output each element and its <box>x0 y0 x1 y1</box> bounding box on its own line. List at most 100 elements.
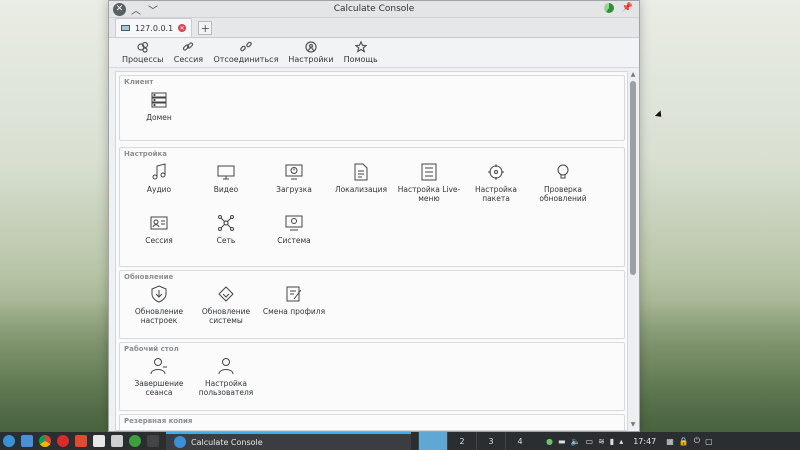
calculate-tray-icon[interactable]: ● <box>546 437 553 446</box>
volume-icon[interactable]: 🔈 <box>571 437 581 446</box>
item-network[interactable]: Сеть <box>193 214 259 245</box>
file-manager-icon[interactable] <box>21 435 33 447</box>
vivaldi-icon[interactable] <box>75 435 87 447</box>
item-label: Сеть <box>216 236 236 245</box>
keyboard-layout-icon[interactable]: ▬ <box>558 437 566 446</box>
item-update-check[interactable]: Проверка обновлений <box>530 163 596 203</box>
item-package[interactable]: Настройка пакета <box>463 163 529 203</box>
item-label: Настройка Live-меню <box>397 185 461 203</box>
app-launcher-icon[interactable] <box>3 435 15 447</box>
task-label: Calculate Console <box>191 437 263 447</box>
window-title: Calculate Console <box>333 4 415 14</box>
chevron-up-icon[interactable]: ︿ <box>129 2 143 17</box>
tab-label: 127.0.0.1 <box>135 23 174 33</box>
mouse-cursor <box>654 110 665 120</box>
system-tray: ● ▬ 🔈 ▭ ≋ ▮ ▴ <box>546 437 623 446</box>
item-update-system[interactable]: Обновление системы <box>193 285 259 325</box>
app-logo-icon <box>603 3 614 13</box>
item-logout[interactable]: Завершение сеанса <box>126 357 192 397</box>
group-client: Клиент Домен <box>119 75 625 141</box>
item-change-profile[interactable]: Смена профиля <box>261 285 327 316</box>
tab-close-icon[interactable]: ✕ <box>178 24 187 32</box>
group-title: Обновление <box>124 273 174 281</box>
item-session[interactable]: Сессия <box>126 214 192 245</box>
system-icon <box>285 215 303 231</box>
item-localization[interactable]: Локализация <box>328 163 394 194</box>
console-app-icon <box>174 436 186 448</box>
item-label: Обновление настроек <box>134 307 184 325</box>
chrome-icon[interactable] <box>39 435 51 447</box>
music-note-icon <box>152 163 166 180</box>
network-icon <box>218 215 234 231</box>
document-icon[interactable] <box>93 435 105 447</box>
chevron-down-icon[interactable]: ﹀ <box>146 2 160 17</box>
help-button[interactable]: Помощь <box>339 41 383 64</box>
locale-document-icon <box>354 163 368 181</box>
power-icon[interactable]: ⏻ <box>694 436 700 446</box>
item-label: Завершение сеанса <box>134 379 184 397</box>
clock[interactable]: 17:47 <box>633 437 656 446</box>
expand-tray-icon[interactable]: ▴ <box>619 437 623 446</box>
opera-icon[interactable] <box>57 435 69 447</box>
id-card-icon <box>150 216 168 230</box>
item-domain[interactable]: Домен <box>126 91 192 122</box>
item-label: Аудио <box>146 185 172 194</box>
broken-link-icon <box>240 41 252 52</box>
bulb-icon <box>557 164 569 179</box>
user-logout-icon <box>150 358 167 375</box>
vertical-scrollbar[interactable]: ▲ ▼ <box>629 71 637 429</box>
wifi-icon[interactable]: ≋ <box>598 437 605 446</box>
item-label: Сессия <box>145 236 173 245</box>
processes-icon <box>137 41 148 53</box>
scroll-up-icon[interactable]: ▲ <box>629 71 637 79</box>
terminal-icon[interactable] <box>147 435 159 447</box>
settings-label: Настройки <box>288 55 334 64</box>
item-system[interactable]: Система <box>261 214 327 245</box>
processes-label: Процессы <box>122 55 164 64</box>
item-label: Система <box>277 236 311 245</box>
item-label: Видео <box>213 185 239 194</box>
pin-icon[interactable]: 📌 <box>622 3 633 13</box>
scroll-thumb[interactable] <box>630 81 636 275</box>
settings-button[interactable]: Настройки <box>283 41 338 64</box>
disconnect-button[interactable]: Отсоединиться <box>208 41 283 64</box>
item-live-menu[interactable]: Настройка Live-меню <box>396 163 462 203</box>
lock-icon[interactable]: 🔒 <box>679 437 689 446</box>
battery-icon[interactable]: ▮ <box>610 437 614 446</box>
text-editor-icon[interactable] <box>111 435 123 447</box>
link-icon <box>183 42 194 51</box>
item-label: Загрузка <box>276 185 312 194</box>
taskbar-task-calculate-console[interactable]: Calculate Console <box>166 432 411 450</box>
desktop-4[interactable]: 4 <box>505 432 534 450</box>
display-icon[interactable]: ▭ <box>586 437 594 446</box>
session-button[interactable]: Сессия <box>168 41 208 64</box>
desktop-3[interactable]: 3 <box>476 432 505 450</box>
item-boot[interactable]: Загрузка <box>261 163 327 194</box>
add-tab-button[interactable]: + <box>198 21 213 35</box>
item-video[interactable]: Видео <box>193 163 259 194</box>
desktop-1[interactable] <box>418 432 447 450</box>
disconnect-label: Отсоединиться <box>213 55 279 64</box>
item-audio[interactable]: Аудио <box>126 163 192 194</box>
item-user-settings[interactable]: Настройка пользователя <box>193 357 259 397</box>
star-icon <box>354 41 367 53</box>
desktop-grid-icon[interactable]: ▦ <box>666 437 674 446</box>
tab-server[interactable]: 127.0.0.1 ✕ <box>115 18 193 37</box>
show-desktop-icon[interactable]: ▢ <box>705 437 713 446</box>
tab-bar: 127.0.0.1 ✕ + <box>109 18 639 38</box>
item-label: Смена профиля <box>262 307 326 316</box>
scroll-down-icon[interactable]: ▼ <box>629 421 637 429</box>
group-update: Обновление Обновление настроек Обновлени… <box>119 270 625 339</box>
close-icon[interactable]: ✕ <box>113 2 126 16</box>
desktop-2[interactable]: 2 <box>447 432 476 450</box>
calculate-icon[interactable] <box>129 435 141 447</box>
item-update-settings[interactable]: Обновление настроек <box>126 285 192 325</box>
boot-icon <box>285 164 303 180</box>
monitor-icon <box>217 165 235 180</box>
profile-edit-icon <box>286 286 302 302</box>
title-bar[interactable]: ✕ ︿ ﹀ Calculate Console 📌 <box>109 1 639 18</box>
taskbar: Calculate Console 2 3 4 ● ▬ 🔈 ▭ ≋ ▮ ▴ 17… <box>0 432 800 450</box>
system-update-icon <box>218 286 234 302</box>
package-icon <box>488 164 504 180</box>
processes-button[interactable]: Процессы <box>117 41 168 64</box>
